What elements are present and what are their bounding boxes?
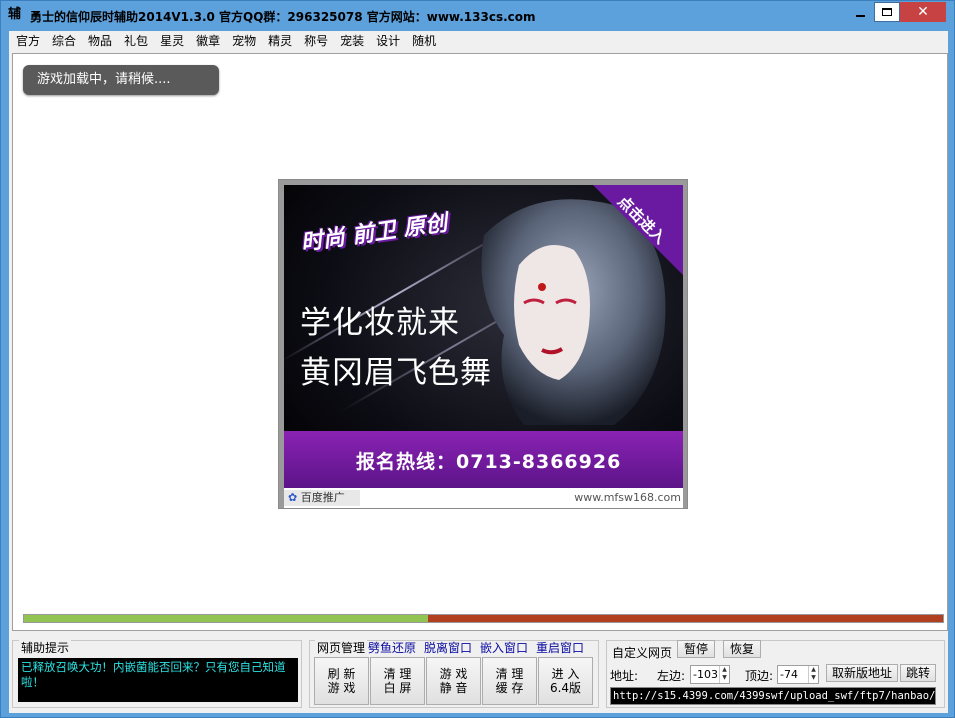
game-viewport[interactable]: 游戏加载中，请稍候.... 时尚 前卫 原创 点击进入 学化妆就来 黄冈眉飞色舞… — [12, 53, 948, 631]
top-offset-stepper[interactable]: -74 ▲ ▼ — [777, 665, 819, 684]
jump-button[interactable]: 跳转 — [900, 664, 936, 682]
menu-item-badges[interactable]: 徽章 — [190, 31, 226, 51]
webpage-group: 网页管理 劈鱼还原 脱离窗口 嵌入窗口 重启窗口 刷 新游 戏 清 理白 屏 游… — [309, 639, 599, 708]
baidu-promo-tag[interactable]: ✿ 百度推广 — [284, 490, 360, 506]
menu-item-titles[interactable]: 称号 — [298, 31, 334, 51]
ad-url: www.mfsw168.com — [574, 491, 681, 504]
button-line: 静 音 — [439, 681, 468, 695]
detach-window-link[interactable]: 脱离窗口 — [424, 639, 472, 656]
menu-item-star-spirit[interactable]: 星灵 — [154, 31, 190, 51]
left-offset-stepper[interactable]: -103 ▲ ▼ — [690, 665, 730, 684]
embed-window-link[interactable]: 嵌入窗口 — [480, 639, 528, 656]
mute-game-button[interactable]: 游 戏静 音 — [426, 657, 481, 705]
left-offset-label: 左边: — [657, 669, 686, 683]
menu-item-design[interactable]: 设计 — [370, 31, 406, 51]
pause-button[interactable]: 暂停 — [677, 640, 715, 658]
custom-webpage-label: 自定义网页 — [610, 644, 675, 661]
menu-item-items[interactable]: 物品 — [82, 31, 118, 51]
button-line: 刷 新 — [327, 667, 356, 681]
close-button[interactable]: ✕ — [900, 2, 946, 22]
button-line: 6.4版 — [549, 681, 582, 695]
app-icon: 辅 — [8, 7, 22, 22]
menu-item-gifts[interactable]: 礼包 — [118, 31, 154, 51]
loading-progress-bar — [23, 614, 944, 623]
ad-banner[interactable]: 时尚 前卫 原创 点击进入 学化妆就来 黄冈眉飞色舞 报名热线：0713-836… — [278, 179, 688, 509]
ad-hotline: 报名热线：0713-8366926 — [356, 451, 622, 473]
help-group: 辅助提示 已释放召唤大功！内嵌菌能否回来？只有您自己知道啦！ — [12, 639, 302, 708]
button-line: 游 戏 — [439, 667, 468, 681]
spin-arrows-icon[interactable]: ▲ ▼ — [808, 666, 818, 683]
client-area: 官方 综合 物品 礼包 星灵 徽章 宠物 精灵 称号 宠装 设计 随机 游戏加载… — [9, 31, 948, 713]
button-line: 清 理 — [383, 667, 412, 681]
webpage-label: 网页管理 — [315, 639, 368, 656]
minimize-icon — [855, 15, 865, 17]
address-label: 地址: — [610, 669, 639, 683]
enter-version-button[interactable]: 进 入 6.4版 — [538, 657, 593, 705]
top-offset-label: 顶边: — [745, 669, 774, 683]
menu-item-pet-outfits[interactable]: 宠装 — [334, 31, 370, 51]
ad-footer: ✿ 百度推广 www.mfsw168.com — [284, 488, 683, 508]
custom-webpage-group: 自定义网页 暂停 恢复 地址: 左边: -103 ▲ ▼ 顶边: -74 ▲ ▼ 取… — [606, 640, 945, 708]
left-offset-value: -103 — [693, 668, 718, 681]
progress-fill — [24, 615, 428, 622]
ad-tagline: 时尚 前卫 原创 — [299, 210, 449, 257]
ad-headline-1: 学化妆就来 — [300, 305, 460, 341]
menu-bar: 官方 综合 物品 礼包 星灵 徽章 宠物 精灵 称号 宠装 设计 随机 — [9, 31, 948, 51]
help-console: 已释放召唤大功！内嵌菌能否回来？只有您自己知道啦！ — [18, 658, 298, 702]
control-panel: 辅助提示 已释放召唤大功！内嵌菌能否回来？只有您自己知道啦！ 网页管理 劈鱼还原… — [9, 633, 948, 713]
clear-white-screen-button[interactable]: 清 理白 屏 — [370, 657, 425, 705]
menu-item-pets[interactable]: 宠物 — [226, 31, 262, 51]
menu-item-general[interactable]: 综合 — [46, 31, 82, 51]
top-offset-value: -74 — [780, 668, 798, 681]
button-line: 缓 存 — [495, 681, 524, 695]
maximize-button[interactable] — [874, 2, 900, 22]
loading-message: 游戏加载中，请稍候.... — [23, 65, 219, 95]
baidu-paw-icon: ✿ — [288, 491, 298, 504]
app-window: 辅 勇士的信仰辰时辅助2014V1.3.0 官方QQ群：296325078 官方… — [0, 0, 955, 718]
title-bar[interactable]: 辅 勇士的信仰辰时辅助2014V1.3.0 官方QQ群：296325078 官方… — [1, 1, 954, 30]
minimize-button[interactable] — [847, 2, 873, 22]
help-label: 辅助提示 — [19, 639, 72, 656]
baidu-promo-label: 百度推广 — [300, 491, 345, 504]
button-line: 游 戏 — [327, 681, 356, 695]
button-line: 进 入 — [551, 667, 580, 681]
url-input[interactable]: http://s15.4399.com/4399swf/upload_swf/f… — [610, 687, 936, 705]
menu-item-random[interactable]: 随机 — [406, 31, 442, 51]
ad-headline-2: 黄冈眉飞色舞 — [300, 355, 492, 391]
ad-image[interactable]: 时尚 前卫 原创 点击进入 学化妆就来 黄冈眉飞色舞 报名热线：0713-836… — [284, 185, 683, 488]
button-line: 白 屏 — [383, 681, 412, 695]
maximize-icon — [882, 8, 892, 16]
restore-button[interactable]: 恢复 — [723, 640, 761, 658]
close-icon: ✕ — [917, 4, 929, 20]
spin-arrows-icon[interactable]: ▲ ▼ — [719, 666, 729, 683]
window-title: 勇士的信仰辰时辅助2014V1.3.0 官方QQ群：296325078 官方网站… — [30, 10, 536, 24]
webpage-buttons: 刷 新游 戏 清 理白 屏 游 戏静 音 清 理缓 存 进 入 6.4版 — [314, 657, 594, 705]
menu-item-sprites[interactable]: 精灵 — [262, 31, 298, 51]
button-line: 清 理 — [495, 667, 524, 681]
restart-window-link[interactable]: 重启窗口 — [536, 639, 584, 656]
ad-hotline-band: 报名热线：0713-8366926 — [284, 431, 683, 488]
menu-item-official[interactable]: 官方 — [9, 31, 46, 51]
restore-link[interactable]: 劈鱼还原 — [368, 639, 416, 656]
fetch-new-address-button[interactable]: 取新版地址 — [826, 664, 898, 682]
refresh-game-button[interactable]: 刷 新游 戏 — [314, 657, 369, 705]
clear-cache-button[interactable]: 清 理缓 存 — [482, 657, 537, 705]
